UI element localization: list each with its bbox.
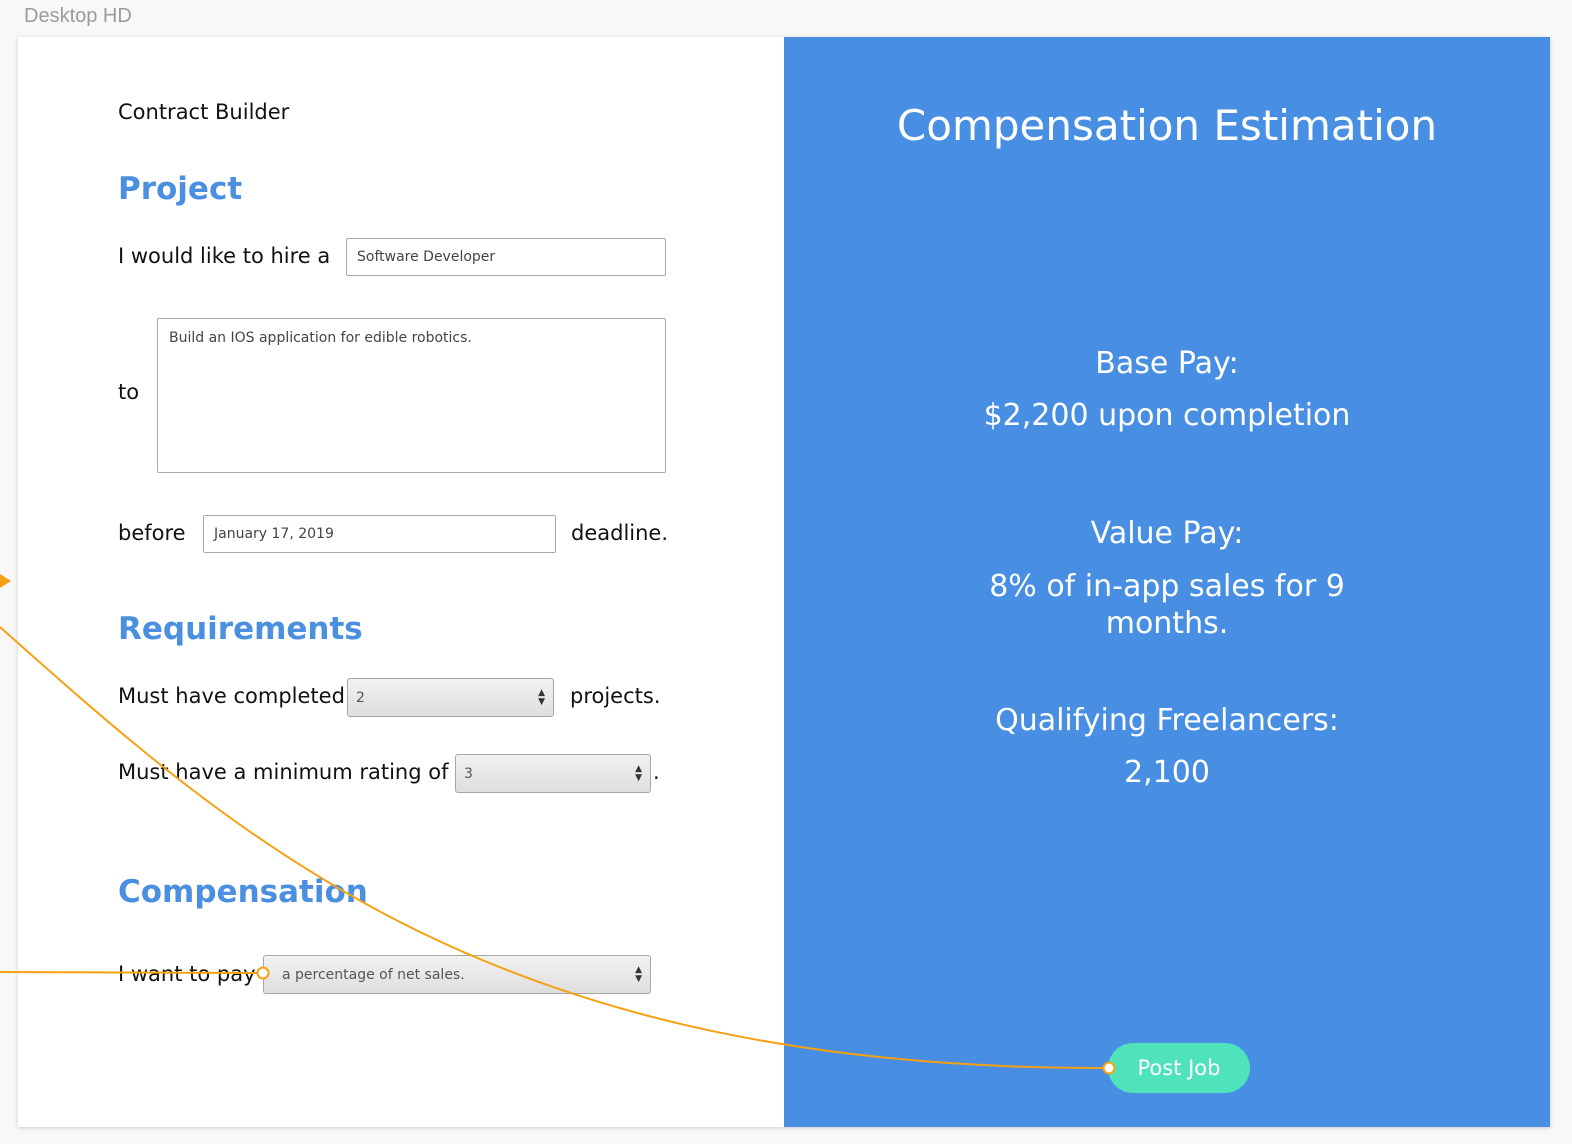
minimum-rating-suffix: . bbox=[653, 760, 660, 784]
value-pay-value: 8% of in-app sales for 9 months. bbox=[989, 569, 1345, 641]
stepper-arrows-icon[interactable]: ▲ ▼ bbox=[635, 764, 642, 783]
estimation-title: Compensation Estimation bbox=[896, 101, 1438, 150]
deadline-date-input[interactable]: January 17, 2019 bbox=[203, 515, 556, 553]
compensation-heading: Compensation bbox=[118, 874, 368, 910]
post-job-button[interactable]: Post Job bbox=[1108, 1043, 1250, 1093]
pay-type-select[interactable]: a percentage of net sales. ▲ ▼ bbox=[263, 955, 651, 994]
base-pay-value: $2,200 upon completion bbox=[983, 398, 1351, 433]
before-label: before bbox=[118, 521, 186, 545]
completed-projects-stepper[interactable]: 2 ▲ ▼ bbox=[347, 678, 554, 717]
completed-projects-value: 2 bbox=[356, 689, 365, 706]
hire-label: I would like to hire a bbox=[118, 244, 331, 268]
to-label: to bbox=[118, 380, 140, 404]
qualifying-freelancers-value: 2,100 bbox=[1124, 755, 1210, 790]
value-pay-label: Value Pay: bbox=[1090, 516, 1244, 551]
role-input-value: Software Developer bbox=[357, 249, 496, 265]
completed-projects-label: Must have completed bbox=[118, 684, 345, 708]
deadline-date-value: January 17, 2019 bbox=[214, 526, 334, 542]
base-pay-label: Base Pay: bbox=[1095, 346, 1239, 381]
role-input[interactable]: Software Developer bbox=[346, 238, 666, 276]
artboard-desktop-hd: Contract Builder Project I would like to… bbox=[18, 37, 1550, 1127]
completed-projects-suffix: projects. bbox=[570, 684, 661, 708]
pay-type-label: I want to pay bbox=[118, 962, 256, 986]
minimum-rating-value: 3 bbox=[464, 765, 473, 782]
contract-builder-panel: Contract Builder Project I would like to… bbox=[18, 37, 784, 1127]
requirements-heading: Requirements bbox=[118, 611, 363, 647]
link-arrow-icon bbox=[0, 574, 11, 588]
project-description-textarea[interactable]: Build an IOS application for edible robo… bbox=[157, 318, 666, 473]
minimum-rating-stepper[interactable]: 3 ▲ ▼ bbox=[455, 754, 651, 793]
artboard-label: Desktop HD bbox=[24, 5, 132, 27]
project-heading: Project bbox=[118, 171, 243, 207]
deadline-suffix: deadline. bbox=[571, 521, 669, 545]
minimum-rating-label: Must have a minimum rating of bbox=[118, 760, 449, 784]
stepper-arrows-icon[interactable]: ▲ ▼ bbox=[538, 688, 545, 707]
app-title: Contract Builder bbox=[118, 100, 290, 124]
compensation-estimation-panel: Compensation Estimation Base Pay: $2,200… bbox=[784, 37, 1550, 1127]
pay-type-value: a percentage of net sales. bbox=[282, 966, 465, 983]
project-description-value: Build an IOS application for edible robo… bbox=[169, 330, 472, 346]
qualifying-freelancers-label: Qualifying Freelancers: bbox=[995, 703, 1339, 738]
select-arrows-icon[interactable]: ▲ ▼ bbox=[635, 965, 642, 984]
